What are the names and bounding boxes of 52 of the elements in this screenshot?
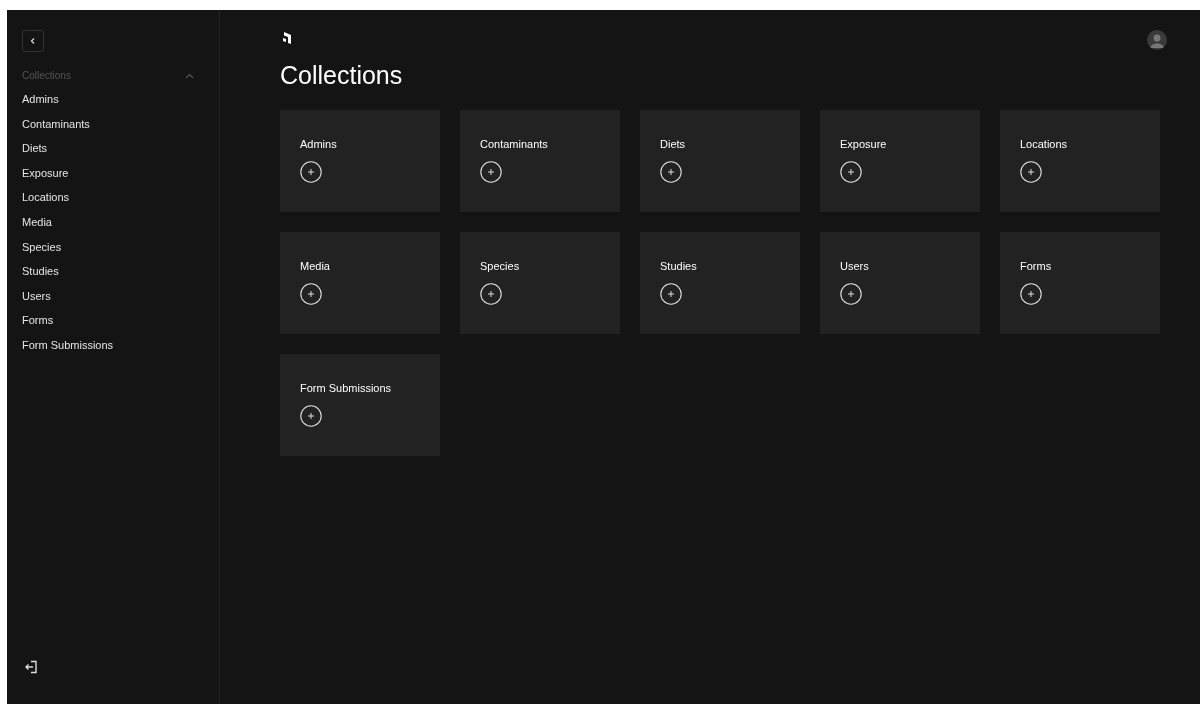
collection-card[interactable]: Users [820, 232, 980, 334]
collection-card[interactable]: Diets [640, 110, 800, 212]
collection-card[interactable]: Studies [640, 232, 800, 334]
card-title: Species [480, 259, 520, 273]
nav-link[interactable]: Locations [22, 185, 70, 210]
collection-card[interactable]: Exposure [820, 110, 980, 212]
add-icon[interactable] [660, 161, 682, 183]
add-icon[interactable] [660, 283, 682, 305]
nav-link[interactable]: Exposure [22, 160, 69, 186]
card-title: Locations [1020, 137, 1068, 151]
add-icon[interactable] [480, 283, 502, 305]
nav-link[interactable]: Forms [22, 308, 54, 333]
collection-card[interactable]: Media [280, 232, 440, 334]
add-icon[interactable] [300, 283, 322, 305]
nav-group-label: Collections [22, 69, 71, 83]
card-title: Admins [300, 137, 337, 151]
page-title: Collections [280, 60, 404, 90]
nav-link[interactable]: Contaminants [22, 111, 90, 137]
add-icon[interactable] [1020, 283, 1042, 305]
collection-card[interactable]: Form Submissions [280, 354, 440, 456]
card-title: Media [300, 259, 330, 273]
logo-icon[interactable] [282, 32, 292, 44]
logout-icon[interactable] [24, 660, 38, 674]
profile-avatar-icon[interactable] [1147, 30, 1167, 50]
add-icon[interactable] [300, 405, 322, 427]
collapse-sidebar-button[interactable] [22, 30, 44, 52]
card-title: Exposure [840, 137, 887, 151]
nav-link[interactable]: Admins [22, 87, 59, 112]
add-icon[interactable] [840, 283, 862, 305]
add-icon[interactable] [480, 161, 502, 183]
card-title: Form Submissions [300, 381, 392, 395]
card-title: Forms [1020, 259, 1052, 273]
add-icon[interactable] [300, 161, 322, 183]
collection-card[interactable]: Admins [280, 110, 440, 212]
chevron-left-icon [29, 37, 37, 45]
collection-card[interactable]: Contaminants [460, 110, 620, 212]
nav-link[interactable]: Form Submissions [22, 332, 114, 358]
nav-link[interactable]: Diets [22, 136, 48, 161]
add-icon[interactable] [1020, 161, 1042, 183]
nav-link[interactable]: Media [22, 209, 52, 235]
nav-link[interactable]: Studies [22, 259, 59, 284]
card-title: Contaminants [480, 137, 548, 151]
nav-link[interactable]: Species [22, 234, 62, 260]
add-icon[interactable] [840, 161, 862, 183]
card-title: Studies [660, 259, 697, 273]
chevron-up-icon[interactable] [185, 72, 194, 79]
card-title: Diets [660, 137, 686, 151]
nav-link[interactable]: Users [22, 283, 51, 309]
collection-card[interactable]: Species [460, 232, 620, 334]
collection-card[interactable]: Locations [1000, 110, 1160, 212]
card-title: Users [840, 259, 869, 273]
collection-card[interactable]: Forms [1000, 232, 1160, 334]
